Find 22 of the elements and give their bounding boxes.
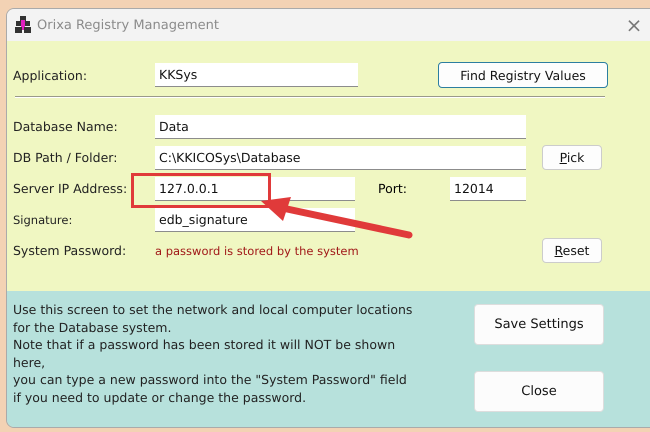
field-label: Port:	[378, 181, 408, 196]
input-field[interactable]: Data	[155, 114, 526, 138]
status-text: a password is stored by the system	[155, 244, 360, 258]
close-button[interactable]: ×	[619, 13, 649, 37]
input-field[interactable]: C:\KKICOSys\Database	[155, 146, 526, 170]
field-label: Application:	[13, 68, 88, 82]
input-field[interactable]: 12014	[450, 176, 526, 200]
find-registry-values-button[interactable]: Find Registry Values	[438, 62, 608, 88]
close-button[interactable]: Close	[474, 371, 604, 412]
reset-button[interactable]: Reset	[542, 238, 602, 263]
pick-button[interactable]: Pick	[542, 145, 602, 170]
input-field[interactable]: 127.0.0.1	[155, 176, 355, 200]
app-icon	[15, 16, 31, 34]
field-label: System Password:	[13, 243, 128, 258]
input-field[interactable]: KKSys	[155, 63, 358, 87]
field-label: Server IP Address:	[13, 181, 128, 196]
save-settings-button[interactable]: Save Settings	[474, 304, 604, 345]
field-label: Signature:	[13, 212, 74, 226]
field-label: DB Path / Folder:	[13, 150, 118, 165]
help-text: Use this screen to set the network and local computer locations for the Database system. Note that if a password has been stored it will NOT be shown here, you can type a new password into the "System Password" field if you need to update or change the password.	[13, 301, 414, 407]
window-title: Orixa Registry Management	[37, 18, 220, 32]
field-label: Database Name:	[13, 119, 119, 134]
